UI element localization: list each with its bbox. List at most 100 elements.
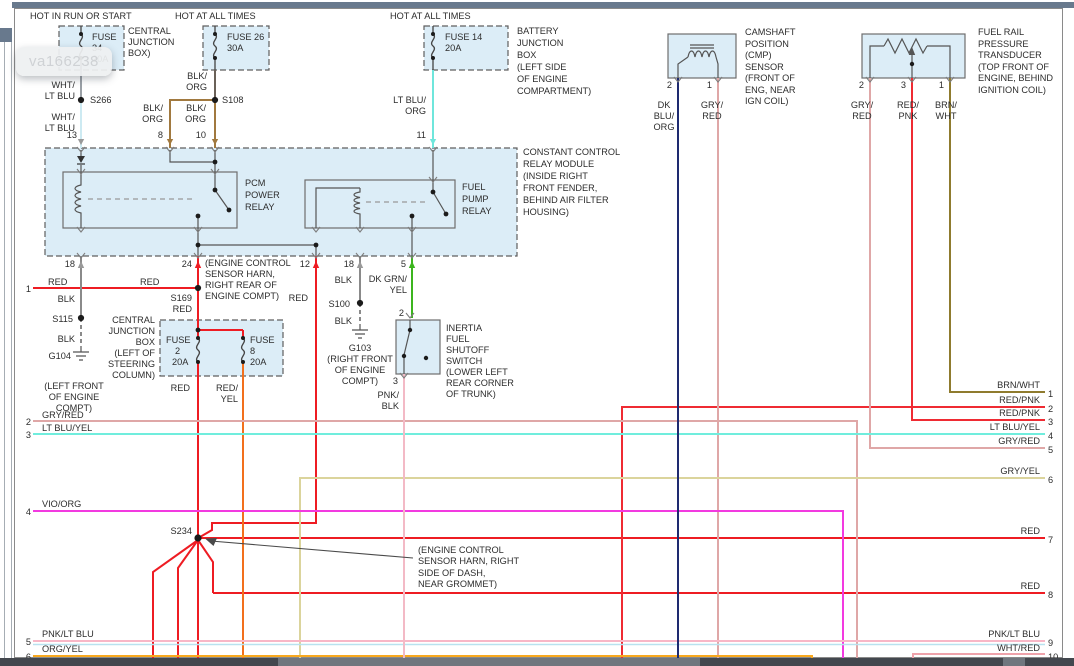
pin-number: 1 (939, 80, 944, 90)
cjb-lower-label: COLUMN) (112, 370, 155, 380)
cmp-label: CAMSHAFT (745, 27, 796, 37)
cmp-label: ENG, NEAR (745, 85, 796, 95)
wire-label: RED/ (897, 100, 919, 110)
ground-note: COMPT) (342, 376, 378, 386)
rail-label: HOT AT ALL TIMES (175, 11, 256, 21)
wire-label: WHT/ (52, 112, 76, 122)
cjb-lower-label: (LEFT OF (114, 348, 155, 358)
row-number: 4 (26, 507, 31, 517)
row-number: 5 (1048, 445, 1053, 455)
relay-label: RELAY (245, 202, 274, 212)
fuse-label: FUSE 26 (227, 32, 264, 42)
wiring-diagram-window: HOT IN RUN OR START HOT AT ALL TIMES HOT… (0, 0, 1074, 666)
pin-number: 3 (901, 80, 906, 90)
wire-label: VIO/ORG (42, 499, 81, 509)
wire-label: DK GRN/ (369, 274, 408, 284)
relay-label: PCM (245, 178, 265, 188)
wiring-diagram-canvas: HOT IN RUN OR START HOT AT ALL TIMES HOT… (0, 0, 1074, 666)
wire-label: RED (1021, 526, 1041, 536)
wire-label: RED (171, 383, 191, 393)
fuse-label: 8 (250, 346, 255, 356)
bjb-label: COMPARTMENT) (517, 86, 591, 96)
cmp-label: IGN COIL) (745, 96, 788, 106)
inertia-label: OF TRUNK) (446, 389, 496, 399)
wire-label: ORG (405, 106, 426, 116)
frpt-label: PRESSURE (978, 39, 1029, 49)
inertia-label: SWITCH (446, 356, 482, 366)
inertia-label: FUEL (446, 334, 470, 344)
row-number: 8 (1048, 590, 1053, 600)
wire-label: BRN/ (935, 100, 957, 110)
pin-number: 2 (667, 80, 672, 90)
row-number: 7 (1048, 535, 1053, 545)
cmp-label: SENSOR (745, 62, 784, 72)
bjb-label: BATTERY (517, 26, 559, 36)
splice-label: S108 (222, 95, 243, 105)
fuse-label: 2 (175, 346, 180, 356)
wire-label: RED (702, 111, 722, 121)
relay-label: PUMP (462, 194, 489, 204)
wire-label: GRY/ (851, 100, 874, 110)
frpt-label: IGNITION COIL) (978, 85, 1046, 95)
wire-label: WHT (936, 111, 957, 121)
cjb-top-label: CENTRAL (128, 26, 171, 36)
row-number: 1 (1048, 389, 1053, 399)
relay-label: FUEL (462, 182, 486, 192)
row-number: 2 (1048, 404, 1053, 414)
row-number: 4 (1048, 431, 1053, 441)
wire-label: YEL (390, 285, 407, 295)
wire-label: RED (1021, 581, 1041, 591)
horizontal-scrollbar-thumb[interactable] (278, 658, 700, 666)
row-number: 5 (26, 637, 31, 647)
cjb-lower-label: STEERING (108, 359, 155, 369)
wire-label: BLK (335, 316, 353, 326)
wire-label: RED (852, 111, 872, 121)
wire-label: ORG/YEL (42, 644, 83, 654)
bjb-label: (LEFT SIDE (517, 62, 566, 72)
inertia-label: INERTIA (446, 323, 483, 333)
fuse-label: 30A (227, 43, 244, 53)
wire-label: WHT/ (52, 80, 76, 90)
frpt-label: FUEL RAIL (978, 27, 1024, 37)
wire-label: PNK/LT BLU (988, 629, 1040, 639)
splice-label: S234 (171, 526, 192, 536)
pcm-power-relay-box (63, 172, 237, 228)
wire-label: BLK (335, 275, 353, 285)
row-number: 1 (26, 284, 31, 294)
splice-label: S115 (52, 314, 73, 324)
left-edge-rail (4, 42, 12, 658)
wire-label: WHT/RED (997, 643, 1040, 653)
horizontal-scrollbar-track[interactable] (0, 658, 1074, 666)
wire-label: BLK (58, 334, 76, 344)
pin-number: 10 (196, 130, 206, 140)
wire-label: PNK/LT BLU (42, 629, 94, 639)
wire-label: LT BLU (45, 91, 75, 101)
ground-label: G103 (349, 343, 371, 353)
wire-label: RED (289, 293, 309, 303)
left-edge-handle[interactable] (0, 28, 12, 42)
wire-label: ORG (654, 122, 675, 132)
rail-label: HOT IN RUN OR START (30, 11, 132, 21)
note-text: (ENGINE CONTROL (418, 545, 504, 555)
fuse-label: 20A (445, 43, 462, 53)
wire-label: ORG (186, 82, 207, 92)
wire-label: BLU/ (654, 111, 675, 121)
pin-number: 8 (158, 130, 163, 140)
wire-label: BLK (382, 401, 400, 411)
ccrm-label: BEHIND AIR FILTER (523, 195, 609, 205)
scrollbar-segment[interactable] (1003, 658, 1025, 666)
fuse-label: FUSE (92, 32, 117, 42)
ground-note: (RIGHT FRONT (327, 354, 393, 364)
note-text: SIDE OF DASH, (418, 568, 485, 578)
wire-label: BLK/ (186, 103, 206, 113)
wire-label: GRY/RED (42, 410, 84, 420)
inertia-label: (LOWER LEFT (446, 367, 508, 377)
cjb-lower-label: JUNCTION (109, 326, 155, 336)
note-text: SENSOR HARN, (205, 269, 275, 279)
inertia-switch-box (396, 320, 440, 374)
wire-label: RED (48, 277, 68, 287)
row-number: 3 (26, 430, 31, 440)
wire-label: BLK/ (143, 103, 163, 113)
rail-label: HOT AT ALL TIMES (390, 11, 471, 21)
ccrm-label: CONSTANT CONTROL (523, 147, 620, 157)
